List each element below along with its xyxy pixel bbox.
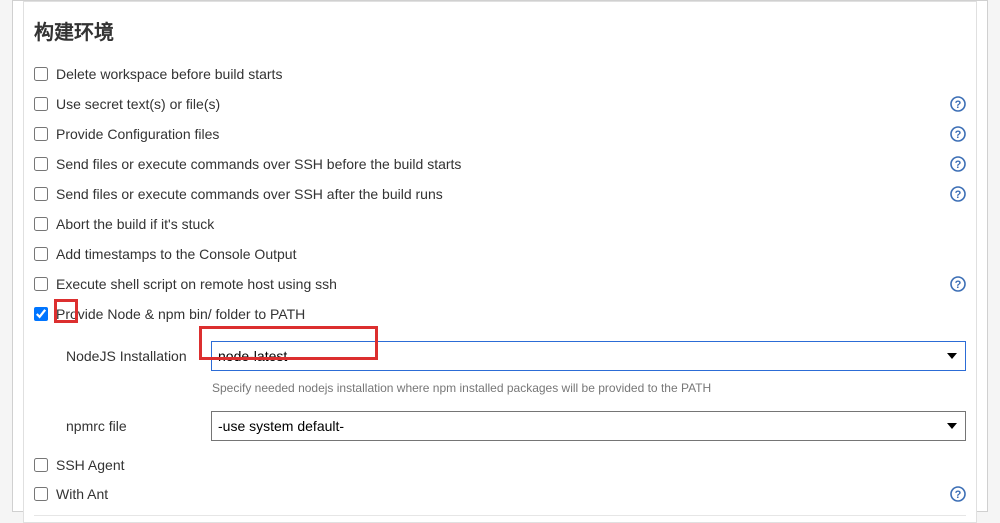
help-icon[interactable]: ? [950,186,966,202]
checkbox-with-ant[interactable] [34,487,48,501]
option-add-timestamps[interactable]: Add timestamps to the Console Output [24,239,976,269]
option-with-ant[interactable]: With Ant ? [24,479,976,509]
help-icon[interactable]: ? [950,96,966,112]
checkbox-abort-stuck[interactable] [34,217,48,231]
option-delete-workspace[interactable]: Delete workspace before build starts [24,59,976,89]
option-use-secret[interactable]: Use secret text(s) or file(s) ? [24,89,976,119]
checkbox-provide-config[interactable] [34,127,48,141]
svg-text:?: ? [955,129,962,141]
checkbox-provide-node[interactable] [34,307,48,321]
help-icon[interactable]: ? [950,156,966,172]
svg-text:?: ? [955,99,962,111]
svg-text:?: ? [955,189,962,201]
option-abort-stuck[interactable]: Abort the build if it's stuck [24,209,976,239]
option-label: Send files or execute commands over SSH … [56,156,950,172]
svg-text:?: ? [955,489,962,501]
npmrc-select[interactable]: -use system default- [211,411,966,441]
section-title: 构建环境 [24,2,976,59]
option-ssh-after[interactable]: Send files or execute commands over SSH … [24,179,976,209]
option-label: Provide Configuration files [56,126,950,142]
checkbox-use-secret[interactable] [34,97,48,111]
checkbox-add-timestamps[interactable] [34,247,48,261]
option-label: Execute shell script on remote host usin… [56,276,950,292]
help-icon[interactable]: ? [950,486,966,502]
checkbox-ssh-agent[interactable] [34,458,48,472]
checkbox-ssh-after[interactable] [34,187,48,201]
panel-inner: 构建环境 Delete workspace before build start… [23,1,977,523]
option-exec-shell-ssh[interactable]: Execute shell script on remote host usin… [24,269,976,299]
svg-text:?: ? [955,279,962,291]
option-label: Delete workspace before build starts [56,66,966,82]
option-label: Use secret text(s) or file(s) [56,96,950,112]
divider [34,515,966,516]
checkbox-delete-workspace[interactable] [34,67,48,81]
checkbox-ssh-before[interactable] [34,157,48,171]
nodejs-install-helptext: Specify needed nodejs installation where… [24,377,976,405]
option-label: Abort the build if it's stuck [56,216,966,232]
help-icon[interactable]: ? [950,276,966,292]
nodejs-install-select[interactable]: node-latest [211,341,966,371]
svg-text:?: ? [955,159,962,171]
checkbox-exec-shell-ssh[interactable] [34,277,48,291]
option-label: Add timestamps to the Console Output [56,246,966,262]
option-label: Send files or execute commands over SSH … [56,186,950,202]
npmrc-label: npmrc file [66,418,211,434]
option-provide-node[interactable]: Provide Node & npm bin/ folder to PATH [24,299,976,329]
option-label: With Ant [56,486,950,502]
option-ssh-before[interactable]: Send files or execute commands over SSH … [24,149,976,179]
help-icon[interactable]: ? [950,126,966,142]
nodejs-installation-row: NodeJS Installation node-latest [24,329,976,377]
nodejs-install-label: NodeJS Installation [66,348,211,364]
config-panel: 构建环境 Delete workspace before build start… [12,0,988,512]
option-ssh-agent[interactable]: SSH Agent [24,447,976,479]
option-provide-config[interactable]: Provide Configuration files ? [24,119,976,149]
option-label: Provide Node & npm bin/ folder to PATH [56,306,966,322]
npmrc-file-row: npmrc file -use system default- [24,405,976,447]
option-label: SSH Agent [56,457,966,473]
